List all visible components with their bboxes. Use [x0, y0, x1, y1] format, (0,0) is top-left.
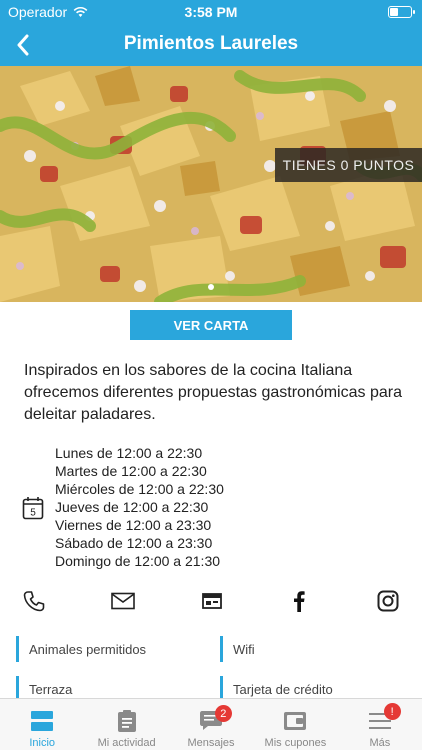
calendar-icon: 5: [22, 496, 44, 525]
clock: 3:58 PM: [184, 4, 238, 20]
home-icon: [31, 709, 54, 733]
calendar-day: 5: [30, 508, 36, 519]
opening-hours: Lunes de 12:00 a 22:30 Martes de 12:00 a…: [55, 444, 224, 570]
mail-icon[interactable]: [110, 588, 136, 614]
restaurant-description: Inspirados en los sabores de la cocina I…: [24, 362, 402, 423]
view-menu-button[interactable]: VER CARTA: [130, 310, 292, 340]
status-bar: Operador 3:58 PM: [0, 0, 422, 24]
hours-line: Martes de 12:00 a 22:30: [55, 463, 207, 479]
carousel-indicator: [0, 277, 422, 295]
hours-line: Jueves de 12:00 a 22:30: [55, 499, 209, 515]
tab-label: Mis cupones: [264, 737, 327, 749]
tab-label: Inicio: [29, 737, 56, 749]
hours-line: Lunes de 12:00 a 22:30: [55, 445, 203, 461]
tab-mensajes[interactable]: 2 Mensajes: [169, 699, 253, 750]
points-badge: TIENES 0 PUNTOS: [275, 148, 422, 182]
tab-label: Mi actividad: [97, 737, 156, 749]
hours-line: Miércoles de 12:00 a 22:30: [55, 481, 224, 497]
hours-line: Viernes de 12:00 a 23:30: [55, 517, 212, 533]
tab-bar: Inicio Mi actividad 2 Mensajes Mis cupon…: [0, 698, 422, 750]
feature-item: Animales permitidos: [16, 636, 146, 662]
hero-carousel[interactable]: TIENES 0 PUNTOS: [0, 66, 422, 302]
messages-badge: 2: [214, 705, 232, 722]
tab-inicio[interactable]: Inicio: [0, 699, 84, 750]
feature-item: Wifi: [220, 636, 255, 662]
battery-icon: [388, 6, 415, 18]
wallet-icon: [284, 709, 307, 733]
contact-actions: [0, 588, 422, 614]
facebook-icon[interactable]: [286, 588, 312, 614]
nav-bar: Pimientos Laureles: [0, 24, 422, 66]
phone-icon[interactable]: [21, 588, 47, 614]
clipboard-icon: [117, 709, 136, 733]
tab-label: Mensajes: [187, 737, 235, 749]
carousel-dot: [208, 284, 214, 290]
tab-mas[interactable]: ! Más: [338, 699, 422, 750]
instagram-icon[interactable]: [375, 588, 401, 614]
hours-line: Domingo de 12:00 a 21:30: [55, 553, 221, 569]
page-title: Pimientos Laureles: [123, 33, 299, 54]
tab-label: Más: [369, 737, 391, 749]
website-icon[interactable]: [199, 588, 225, 614]
tab-mis-cupones[interactable]: Mis cupones: [253, 699, 337, 750]
food-photo: [0, 66, 422, 302]
tab-mi-actividad[interactable]: Mi actividad: [84, 699, 168, 750]
hours-line: Sábado de 12:00 a 23:30: [55, 535, 213, 551]
more-badge: !: [383, 703, 401, 720]
